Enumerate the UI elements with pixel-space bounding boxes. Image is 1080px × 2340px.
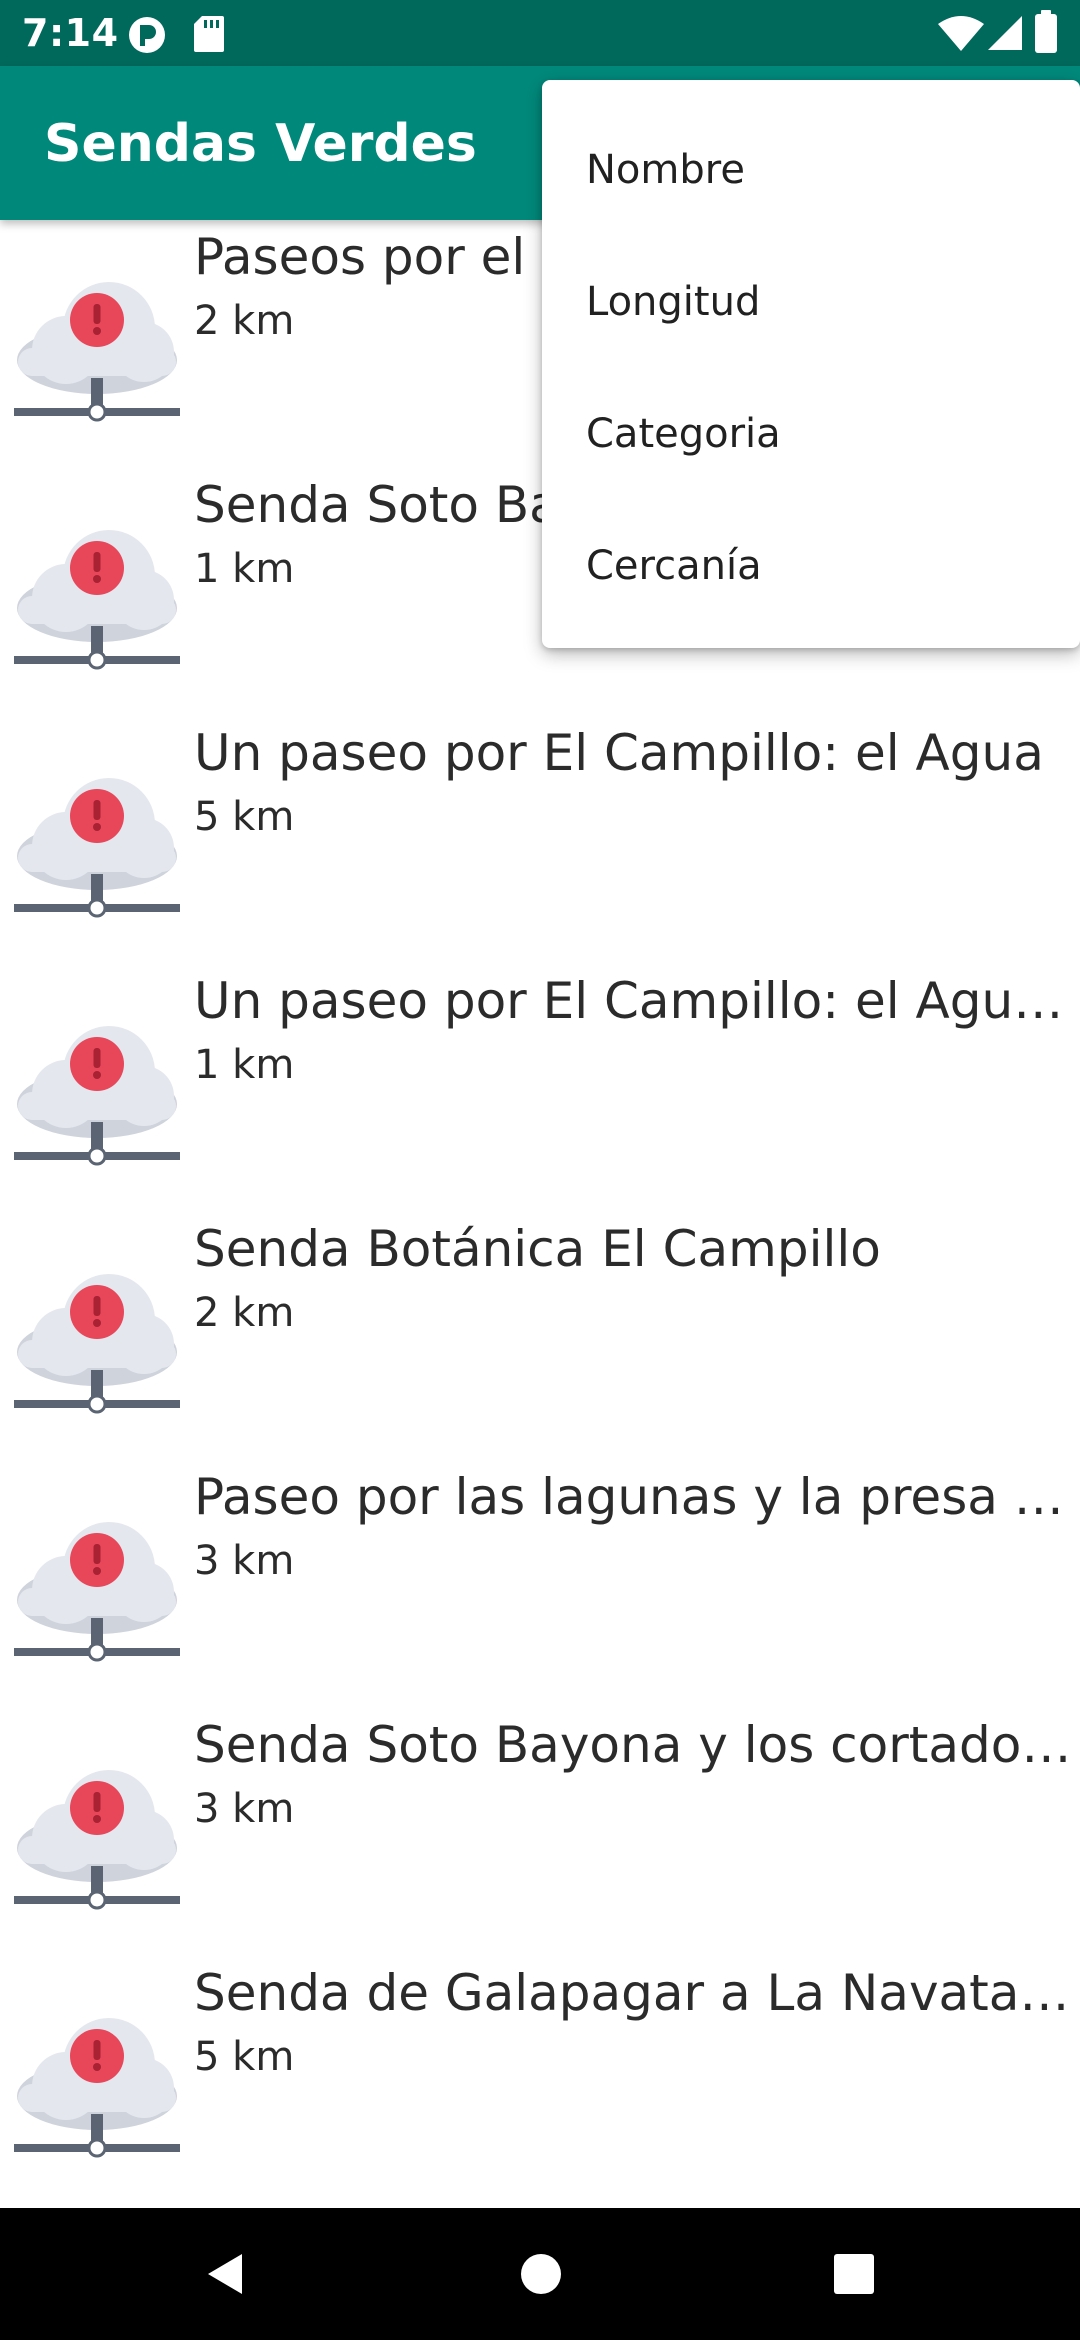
wifi-icon <box>938 16 984 56</box>
list-item[interactable]: Un paseo por El Campillo: el Agua 5 km <box>0 716 1080 964</box>
battery-icon <box>1034 10 1058 58</box>
home-icon[interactable] <box>515 2248 567 2300</box>
cloud-error-icon <box>14 1996 180 2166</box>
trail-title: Senda Soto Bayona y los cortados... <box>194 1716 1074 1774</box>
data-saver-icon <box>126 14 168 60</box>
trail-title: Un paseo por El Campillo: el Agua.... <box>194 972 1074 1030</box>
recents-icon[interactable] <box>828 2248 880 2300</box>
back-icon[interactable] <box>200 2248 252 2300</box>
menu-item-cercania[interactable]: Cercanía <box>542 500 1080 632</box>
cloud-error-icon <box>14 1500 180 1670</box>
list-item[interactable]: Senda de Galapagar a La Navata -... 5 km <box>0 1956 1080 2204</box>
cloud-error-icon <box>14 1748 180 1918</box>
trail-length: 3 km <box>194 1538 295 1584</box>
sd-card-icon <box>192 14 226 58</box>
cloud-error-icon <box>14 756 180 926</box>
cloud-error-icon <box>14 508 180 678</box>
cloud-error-icon <box>14 1004 180 1174</box>
trail-title: Paseo por las lagunas y la presa d... <box>194 1468 1074 1526</box>
trail-title: Senda de Galapagar a La Navata -... <box>194 1964 1074 2022</box>
trail-length: 3 km <box>194 1786 295 1832</box>
trail-length: 1 km <box>194 1042 295 1088</box>
trail-length: 2 km <box>194 298 295 344</box>
navigation-bar <box>0 2208 1080 2340</box>
list-item[interactable]: Un paseo por El Campillo: el Agua.... 1 k… <box>0 964 1080 1212</box>
trail-title: Senda Botánica El Campillo <box>194 1220 881 1278</box>
menu-item-longitud[interactable]: Longitud <box>542 236 1080 368</box>
trail-title: Un paseo por El Campillo: el Agua <box>194 724 1044 782</box>
trail-length: 5 km <box>194 794 295 840</box>
trail-length: 2 km <box>194 1290 295 1336</box>
cloud-error-icon <box>14 260 180 430</box>
cloud-error-icon <box>14 1252 180 1422</box>
app-title: Sendas Verdes <box>44 114 477 174</box>
status-bar: 7:14 <box>0 0 1080 66</box>
signal-icon <box>988 14 1024 56</box>
list-item[interactable]: Senda Botánica El Campillo 2 km <box>0 1212 1080 1460</box>
menu-item-nombre[interactable]: Nombre <box>542 104 1080 236</box>
status-time: 7:14 <box>22 11 119 55</box>
trail-length: 1 km <box>194 546 295 592</box>
sort-menu: Nombre Longitud Categoria Cercanía <box>542 80 1080 648</box>
list-item[interactable]: Paseo por las lagunas y la presa d... 3 k… <box>0 1460 1080 1708</box>
trail-length: 5 km <box>194 2034 295 2080</box>
menu-item-categoria[interactable]: Categoria <box>542 368 1080 500</box>
list-item[interactable]: Senda Soto Bayona y los cortados... 3 km <box>0 1708 1080 1956</box>
